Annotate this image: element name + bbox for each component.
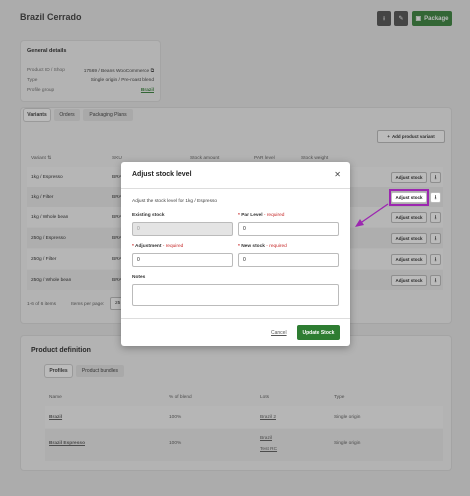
notes-textarea[interactable] <box>132 284 339 306</box>
existing-stock-label: Existing stock <box>132 213 165 218</box>
adjustment-label: * Adjustment - required <box>132 244 184 249</box>
new-stock-field[interactable]: 0 <box>238 253 339 267</box>
modal-divider <box>121 318 350 319</box>
modal-description: Adjust the stock level for 1kg / Espress… <box>132 199 218 204</box>
adjustment-field[interactable]: 0 <box>132 253 233 267</box>
modal-divider <box>121 188 350 189</box>
modal-title: Adjust stock level <box>132 171 192 178</box>
update-stock-button[interactable]: Update Stock <box>297 325 340 340</box>
existing-stock-field: 0 <box>132 222 233 236</box>
par-level-field[interactable]: 0 <box>238 222 339 236</box>
par-level-label: * Par Level - required <box>238 213 285 218</box>
cancel-button[interactable]: Cancel <box>271 330 287 336</box>
new-stock-label: * New stock - required <box>238 244 287 249</box>
notes-label: Notes <box>132 275 146 280</box>
close-icon[interactable]: ✕ <box>334 170 341 179</box>
adjust-stock-modal: Adjust stock level ✕ Adjust the stock le… <box>121 162 350 346</box>
